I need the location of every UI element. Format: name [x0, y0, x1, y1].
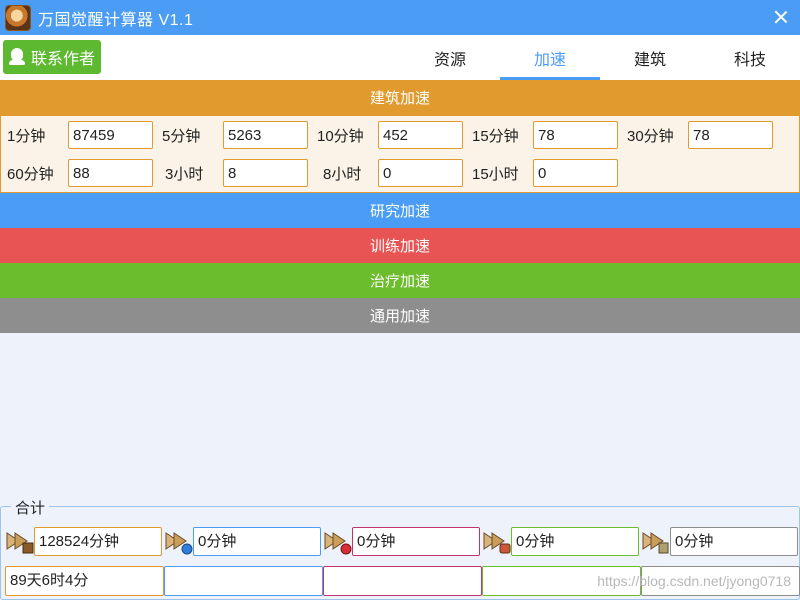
- healing-speedup-header[interactable]: 治疗加速: [0, 263, 800, 298]
- field-label: 10分钟: [317, 127, 364, 145]
- field-60min: 60分钟: [7, 159, 153, 187]
- field-label: 60分钟: [7, 165, 54, 183]
- speedup-15hour-input[interactable]: [533, 159, 618, 187]
- field-15hour: 15小时: [472, 159, 618, 187]
- total-universal-value: 0分钟: [670, 527, 798, 556]
- training-speedup-header[interactable]: 训练加速: [0, 228, 800, 263]
- field-15min: 15分钟: [472, 121, 618, 149]
- summary-group: 合计 128524分钟 0分钟 0分钟 0分钟 0分钟 89天6时4分 http…: [0, 497, 800, 600]
- field-5min: 5分钟: [162, 121, 308, 149]
- healing-speedup-icon: [483, 532, 511, 554]
- title-bar: 万国觉醒计算器 V1.1: [0, 0, 800, 35]
- building-speedup-panel: 1分钟 5分钟 10分钟 15分钟 30分钟 60分钟 3小时 8小时 15小时: [0, 115, 800, 193]
- tab-resources[interactable]: 资源: [400, 35, 500, 80]
- total-research-value: 0分钟: [193, 527, 321, 556]
- field-label: 1分钟: [7, 127, 46, 145]
- tab-technology[interactable]: 科技: [700, 35, 800, 80]
- total-healing-value: 0分钟: [511, 527, 639, 556]
- total-training-value: 0分钟: [352, 527, 480, 556]
- field-30min: 30分钟: [627, 121, 773, 149]
- speedup-5min-input[interactable]: [223, 121, 308, 149]
- contact-author-label: 联系作者: [31, 51, 96, 68]
- field-label: 3小时: [165, 165, 204, 183]
- field-1min: 1分钟: [7, 121, 153, 149]
- building-speedup-header[interactable]: 建筑加速: [0, 80, 800, 115]
- summary-legend: 合计: [11, 497, 50, 518]
- duration-building-value: 89天6时4分: [5, 566, 164, 596]
- field-label: 5分钟: [162, 127, 201, 145]
- speedup-8hour-input[interactable]: [378, 159, 463, 187]
- field-label: 15小时: [472, 165, 519, 183]
- field-10min: 10分钟: [317, 121, 463, 149]
- contact-author-button[interactable]: 联系作者: [3, 40, 101, 74]
- watermark: https://blog.csdn.net/jyong0718: [597, 573, 791, 589]
- qq-icon: [9, 48, 25, 66]
- total-building-value: 128524分钟: [34, 527, 162, 556]
- speedup-1min-input[interactable]: [68, 121, 153, 149]
- research-speedup-header[interactable]: 研究加速: [0, 193, 800, 228]
- speedup-30min-input[interactable]: [688, 121, 773, 149]
- field-3hour: 3小时: [165, 159, 308, 187]
- speedup-3hour-input[interactable]: [223, 159, 308, 187]
- duration-training-value: [323, 566, 482, 596]
- duration-research-value: [164, 566, 323, 596]
- window-title: 万国觉醒计算器 V1.1: [38, 11, 194, 29]
- tab-buildings[interactable]: 建筑: [600, 35, 700, 80]
- tab-bar: 资源 加速 建筑 科技: [400, 35, 800, 80]
- tab-speedup[interactable]: 加速: [500, 35, 600, 80]
- field-8hour: 8小时: [323, 159, 463, 187]
- building-speedup-icon: [6, 532, 34, 554]
- speedup-60min-input[interactable]: [68, 159, 153, 187]
- research-speedup-icon: [165, 532, 193, 555]
- field-label: 30分钟: [627, 127, 674, 145]
- field-label: 15分钟: [472, 127, 519, 145]
- field-label: 8小时: [323, 165, 362, 183]
- speedup-10min-input[interactable]: [378, 121, 463, 149]
- universal-speedup-icon: [642, 532, 669, 554]
- speedup-15min-input[interactable]: [533, 121, 618, 149]
- training-speedup-icon: [324, 532, 352, 555]
- app-logo-icon: [5, 4, 31, 31]
- header-bar: 联系作者 资源 加速 建筑 科技: [0, 35, 800, 80]
- universal-speedup-header[interactable]: 通用加速: [0, 298, 800, 333]
- close-icon[interactable]: [772, 8, 790, 26]
